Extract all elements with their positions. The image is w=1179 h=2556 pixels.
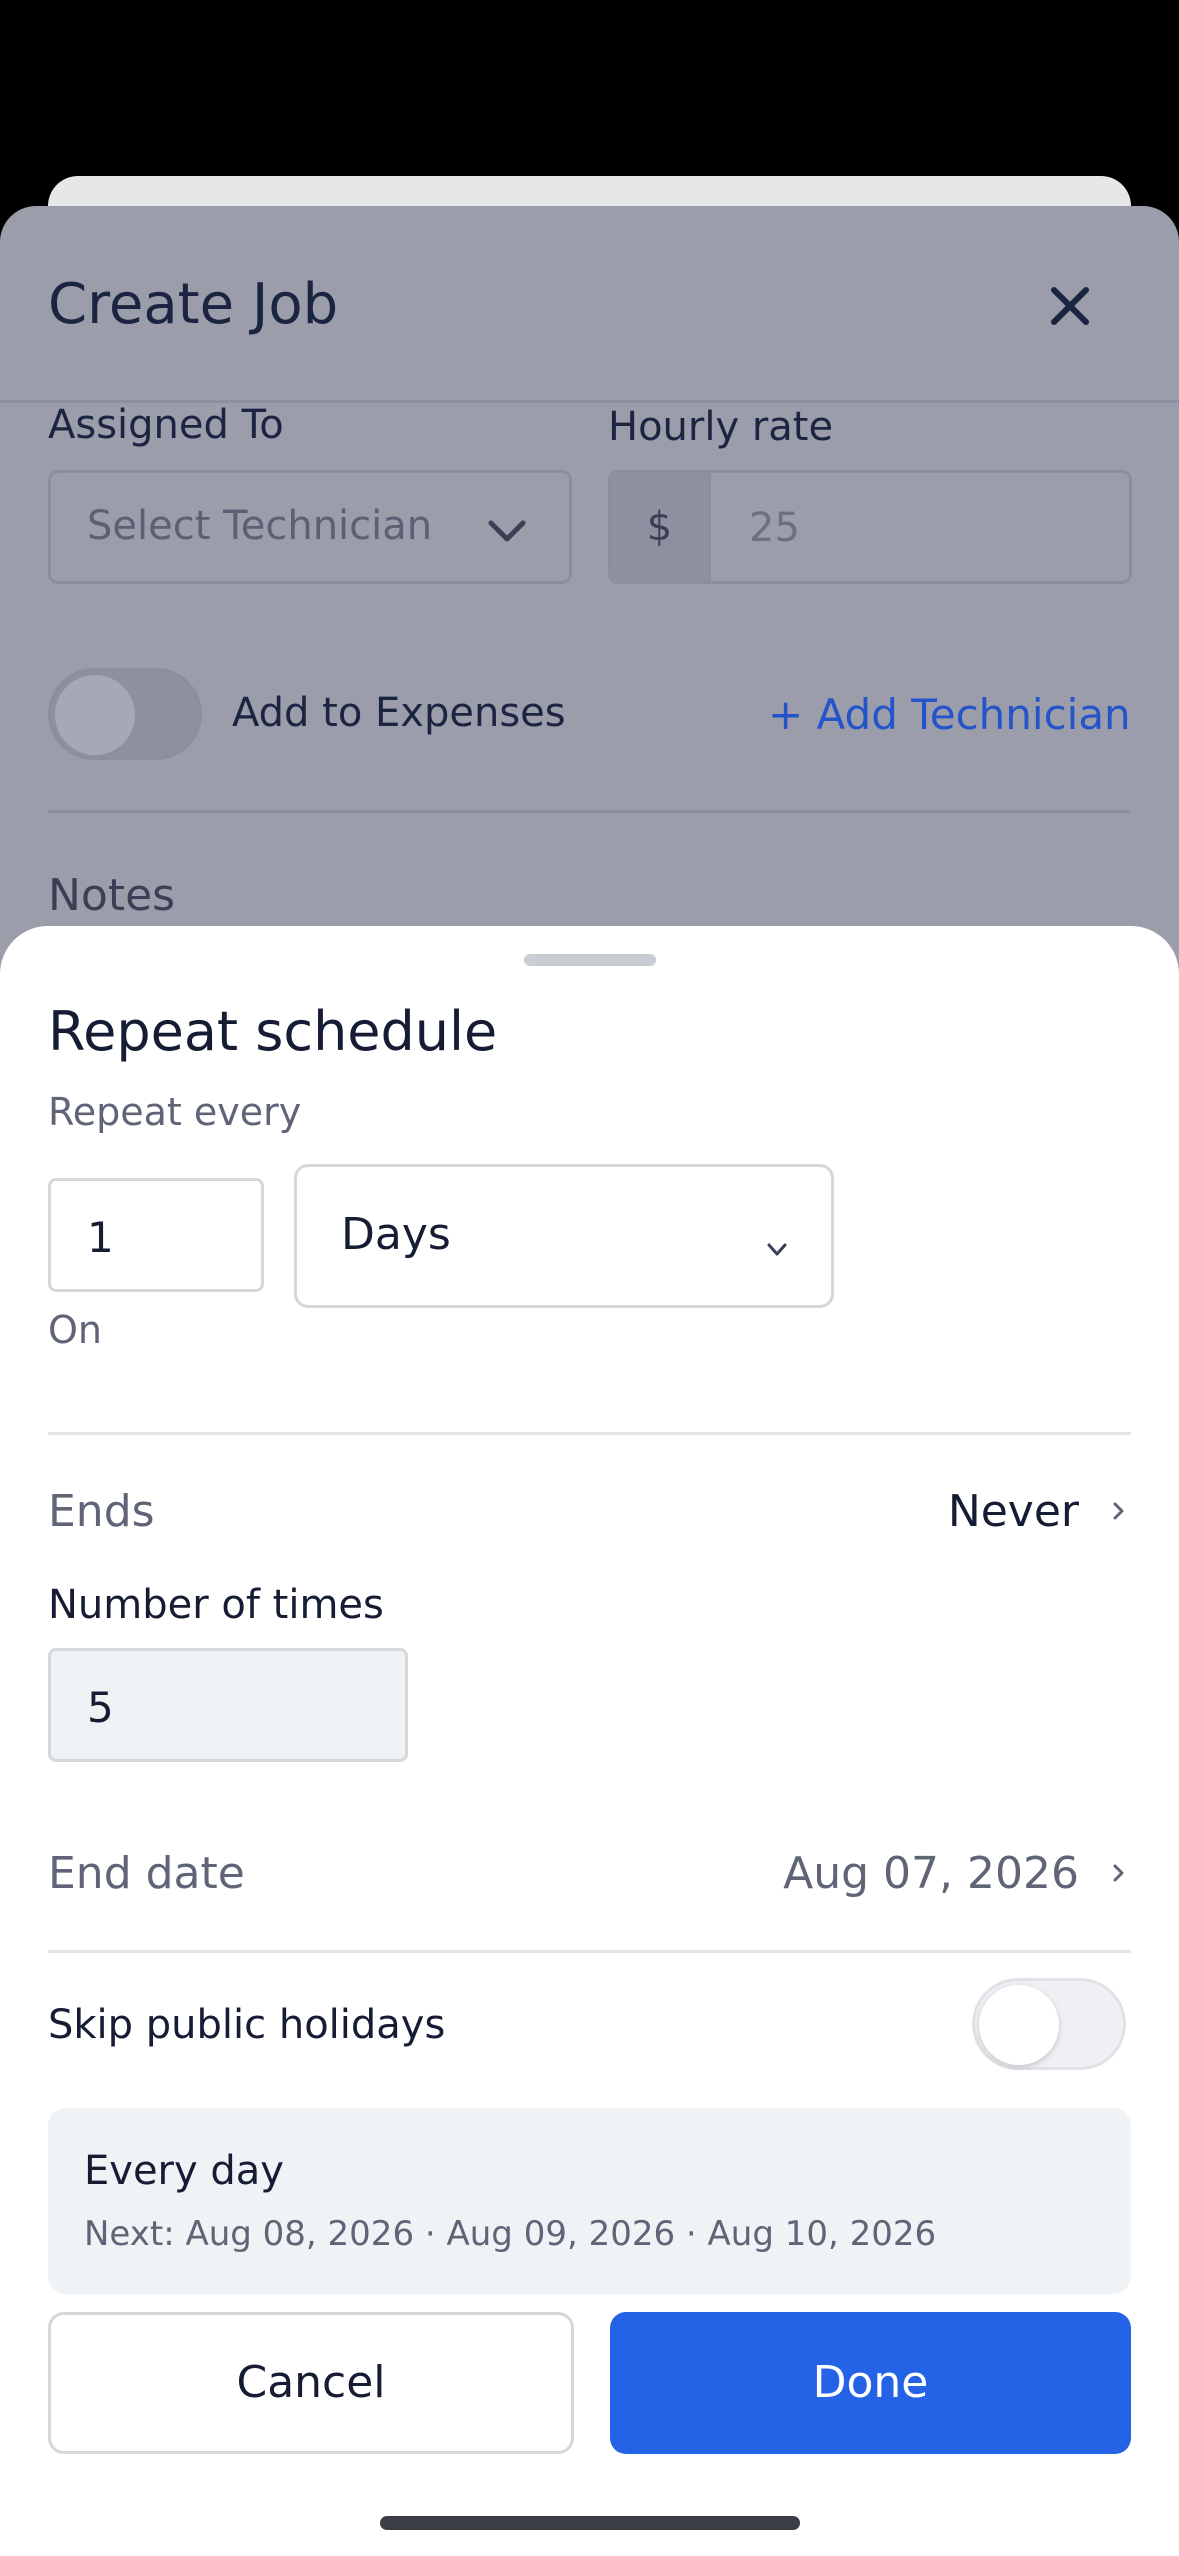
interval-value: 1 — [87, 1213, 114, 1262]
end-date-label[interactable]: End date — [48, 1848, 245, 1899]
interval-unit-select[interactable]: Days — [294, 1164, 834, 1308]
technician-select-placeholder: Select Technician — [87, 503, 433, 549]
currency-prefix: $ — [611, 473, 711, 581]
sheet-title: Repeat schedule — [48, 1000, 498, 1063]
add-to-expenses-label: Add to Expenses — [232, 690, 566, 736]
hourly-rate-label: Hourly rate — [608, 404, 834, 450]
number-of-times-label: Number of times — [48, 1582, 384, 1628]
divider — [48, 1950, 1131, 1953]
repeat-schedule-sheet: Repeat schedule Repeat every 1 Days On E… — [0, 926, 1179, 2556]
chevron-right-icon[interactable] — [1109, 1856, 1129, 1890]
done-button[interactable]: Done — [610, 2312, 1131, 2454]
skip-holidays-toggle[interactable] — [972, 1978, 1126, 2070]
notes-label: Notes — [48, 870, 176, 921]
chevron-down-icon — [767, 1243, 787, 1256]
skip-holidays-label: Skip public holidays — [48, 2002, 446, 2048]
screen: Create Job Assigned To Hourly rate Selec… — [0, 0, 1179, 2556]
add-technician-button[interactable]: + Add Technician — [768, 690, 1131, 739]
toggle-knob — [979, 1985, 1059, 2065]
cancel-button[interactable]: Cancel — [48, 2312, 574, 2454]
on-label: On — [48, 1308, 102, 1352]
chevron-down-icon — [488, 520, 526, 542]
interval-input[interactable]: 1 — [48, 1178, 264, 1292]
hourly-rate-value: 25 — [749, 505, 800, 551]
create-job-title: Create Job — [48, 272, 339, 337]
home-indicator[interactable] — [380, 2516, 800, 2530]
summary-title: Every day — [84, 2148, 284, 2194]
number-of-times-input[interactable]: 5 — [48, 1648, 408, 1762]
interval-unit-value: Days — [341, 1209, 451, 1260]
repeat-every-label: Repeat every — [48, 1090, 302, 1134]
end-date-value[interactable]: Aug 07, 2026 — [783, 1848, 1079, 1899]
divider — [48, 1432, 1131, 1435]
section-divider — [48, 810, 1131, 813]
sheet-grabber[interactable] — [524, 954, 656, 966]
hourly-rate-input[interactable]: $ 25 — [608, 470, 1132, 584]
chevron-right-icon[interactable] — [1109, 1494, 1129, 1528]
toggle-knob — [55, 675, 135, 755]
summary-next-dates: Next: Aug 08, 2026 · Aug 09, 2026 · Aug … — [84, 2214, 937, 2254]
close-icon[interactable] — [1040, 276, 1100, 336]
assigned-to-label: Assigned To — [48, 402, 284, 448]
add-to-expenses-toggle[interactable] — [48, 668, 202, 760]
technician-select[interactable]: Select Technician — [48, 470, 572, 584]
number-of-times-value: 5 — [87, 1683, 114, 1732]
ends-label[interactable]: Ends — [48, 1486, 155, 1537]
ends-value[interactable]: Never — [948, 1486, 1079, 1537]
schedule-summary: Every day Next: Aug 08, 2026 · Aug 09, 2… — [48, 2108, 1131, 2294]
